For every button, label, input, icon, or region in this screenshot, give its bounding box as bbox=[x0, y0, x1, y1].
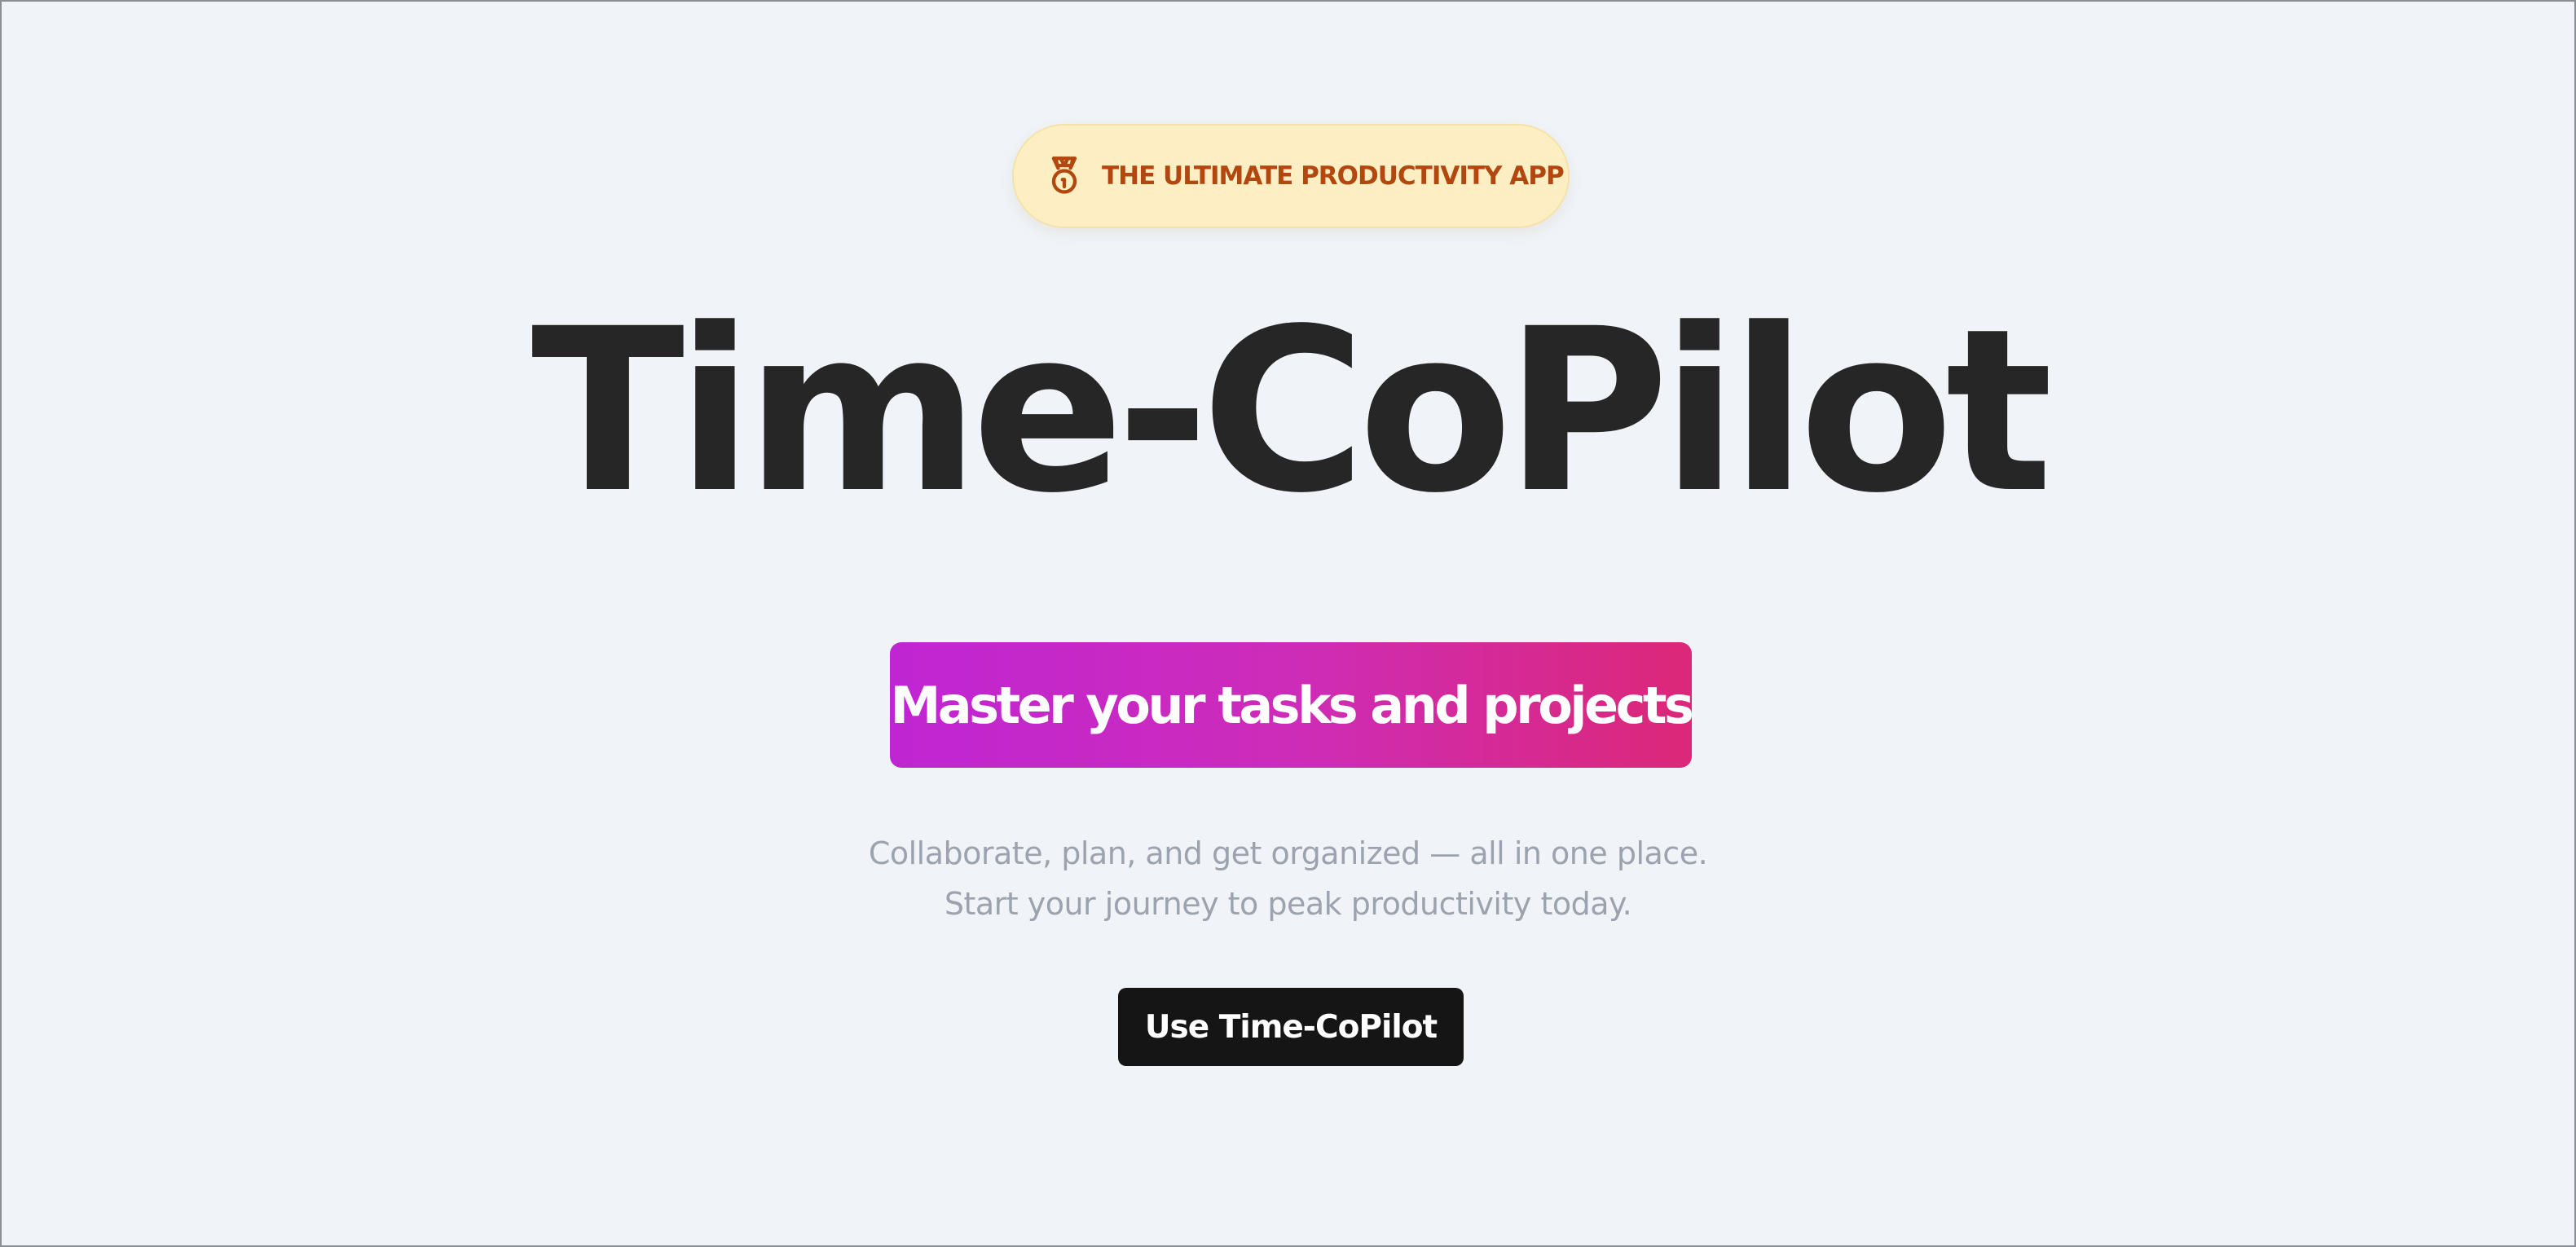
hero-subtitle: Collaborate, plan, and get organized — a… bbox=[2, 828, 2574, 929]
subtitle-line-1: Collaborate, plan, and get organized — a… bbox=[868, 835, 1708, 871]
hero-title: Time-CoPilot bbox=[531, 281, 2053, 543]
medal-icon bbox=[1043, 155, 1085, 197]
hero-section: THE ULTIMATE PRODUCTIVITY APP Time-CoPil… bbox=[2, 2, 2574, 1245]
hero-tagline: Master your tasks and projects bbox=[890, 642, 1694, 768]
subtitle-line-2: Start your journey to peak productivity … bbox=[944, 886, 1632, 922]
use-time-copilot-button[interactable]: Use Time-CoPilot bbox=[1118, 988, 1464, 1066]
announcement-badge: THE ULTIMATE PRODUCTIVITY APP bbox=[1012, 124, 1570, 228]
badge-label: THE ULTIMATE PRODUCTIVITY APP bbox=[1102, 161, 1565, 191]
